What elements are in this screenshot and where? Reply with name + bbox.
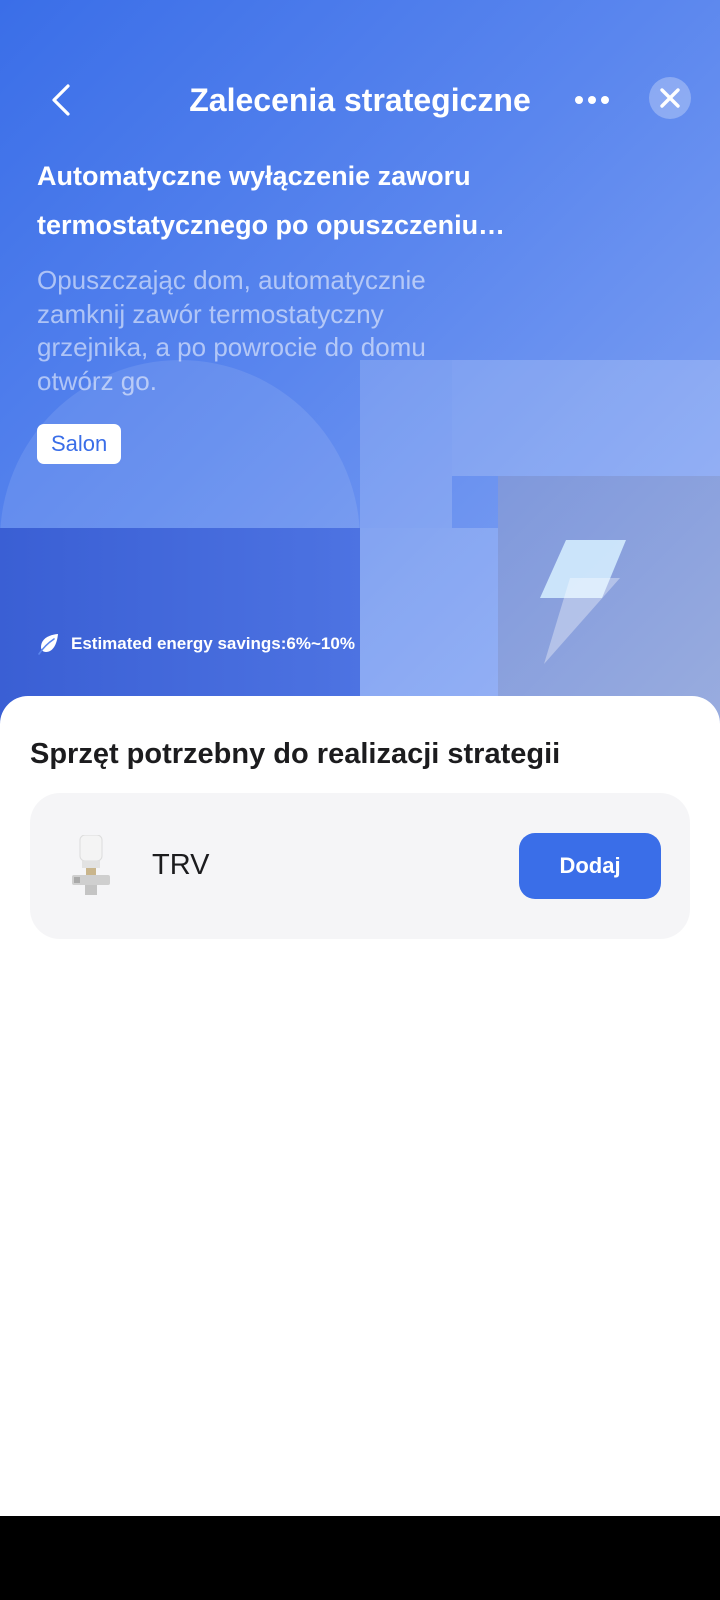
more-horizontal-icon[interactable] bbox=[572, 84, 616, 116]
chevron-left-icon[interactable] bbox=[44, 82, 80, 118]
device-card: TRV Dodaj bbox=[30, 793, 690, 939]
thermostatic-valve-icon bbox=[72, 835, 110, 895]
energy-savings: Estimated energy savings:6%~10% bbox=[37, 632, 355, 656]
section-title: Sprzęt potrzebny do realizacji strategii bbox=[30, 738, 561, 770]
close-button[interactable] bbox=[649, 77, 691, 119]
strategy-title-line: termostatycznego po opuszczeniu… bbox=[37, 210, 506, 240]
device-name: TRV bbox=[152, 849, 210, 881]
system-navigation-bar bbox=[0, 1516, 720, 1600]
strategy-hero-banner: Zalecenia strategiczne Automatyczne wyłą… bbox=[0, 0, 720, 740]
add-device-button[interactable]: Dodaj bbox=[519, 833, 661, 899]
top-bar: Zalecenia strategiczne bbox=[0, 70, 720, 130]
lightning-bolt-icon bbox=[540, 540, 626, 664]
strategy-description: Opuszczając dom, automatycznie zamknij z… bbox=[37, 265, 426, 396]
strategy-title-line: Automatyczne wyłączenie zaworu bbox=[37, 161, 471, 191]
close-icon bbox=[660, 88, 680, 108]
leaf-icon bbox=[38, 634, 58, 655]
energy-savings-label: Estimated energy savings:6%~10% bbox=[71, 634, 355, 653]
page-title: Zalecenia strategiczne bbox=[189, 82, 531, 118]
strategy-title: Automatyczne wyłączenie zaworu termostat… bbox=[37, 152, 557, 250]
equipment-sheet: Sprzęt potrzebny do realizacji strategii… bbox=[0, 696, 720, 1516]
room-tag: Salon bbox=[37, 424, 122, 464]
